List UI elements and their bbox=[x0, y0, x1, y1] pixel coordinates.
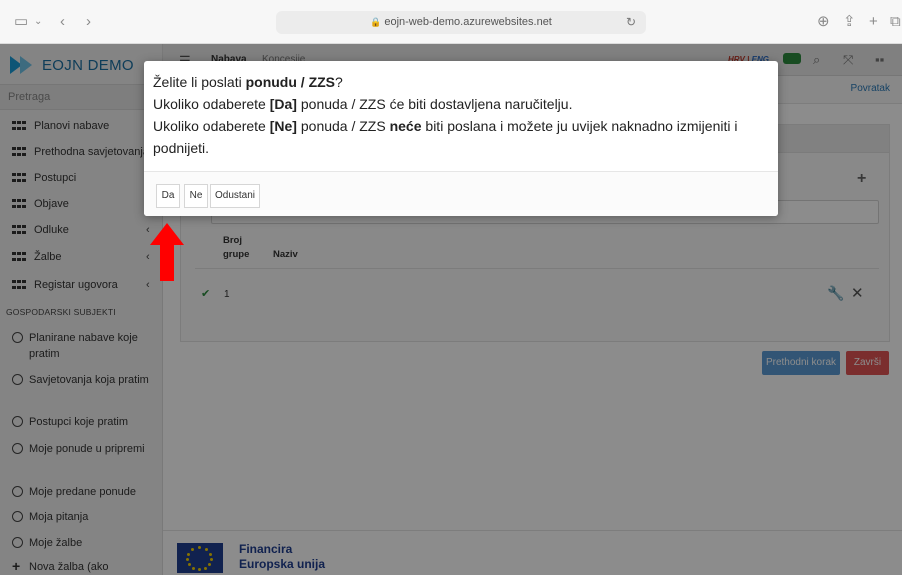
dialog-text: Želite li poslati bbox=[153, 74, 246, 90]
chevron-down-icon[interactable]: ⌄ bbox=[34, 13, 42, 31]
address-bar[interactable]: 🔒 eojn-web-demo.azurewebsites.net ↻ bbox=[276, 11, 646, 34]
red-arrow-icon bbox=[150, 223, 184, 281]
no-button[interactable]: Ne bbox=[184, 184, 208, 208]
confirm-dialog: Želite li poslati ponudu / ZZS? Ukoliko … bbox=[144, 61, 778, 216]
download-icon[interactable]: ⊕ bbox=[817, 13, 830, 31]
reload-icon[interactable]: ↻ bbox=[626, 11, 636, 34]
dialog-text: Ukoliko odaberete bbox=[153, 96, 270, 112]
sidebar-toggle-icon[interactable]: ▭ bbox=[14, 13, 28, 31]
yes-button[interactable]: Da bbox=[156, 184, 180, 208]
dialog-emphasis: [Ne] bbox=[269, 118, 297, 134]
dialog-emphasis: neće bbox=[389, 118, 422, 134]
new-tab-icon[interactable]: + bbox=[869, 13, 878, 31]
back-icon[interactable]: ‹ bbox=[60, 13, 65, 31]
dialog-line-yes: Ukoliko odaberete [Da] ponuda / ZZS će b… bbox=[153, 93, 769, 115]
dialog-text: ponuda / ZZS će biti dostavljena naručit… bbox=[296, 96, 573, 112]
cancel-button[interactable]: Odustani bbox=[210, 184, 260, 208]
dialog-emphasis: ponudu / ZZS bbox=[245, 74, 336, 90]
dialog-message: Želite li poslati ponudu / ZZS? Ukoliko … bbox=[153, 71, 769, 159]
url-text: eojn-web-demo.azurewebsites.net bbox=[384, 16, 552, 28]
dialog-emphasis: [Da] bbox=[269, 96, 297, 112]
dialog-text: ponuda / ZZS bbox=[296, 118, 390, 134]
lock-icon: 🔒 bbox=[370, 17, 382, 27]
dialog-text: ? bbox=[335, 74, 343, 90]
dialog-footer: Da Ne Odustani bbox=[144, 171, 778, 216]
tabs-icon[interactable]: ⧉ bbox=[890, 13, 901, 31]
share-icon[interactable]: ⇪ bbox=[843, 13, 856, 31]
dialog-line-no: Ukoliko odaberete [Ne] ponuda / ZZS neće… bbox=[153, 115, 769, 159]
browser-toolbar: ▭ ⌄ ‹ › 🔒 eojn-web-demo.azurewebsites.net… bbox=[0, 0, 902, 44]
forward-icon[interactable]: › bbox=[86, 13, 91, 31]
dialog-question: Želite li poslati ponudu / ZZS? bbox=[153, 71, 769, 93]
dialog-text: Ukoliko odaberete bbox=[153, 118, 270, 134]
